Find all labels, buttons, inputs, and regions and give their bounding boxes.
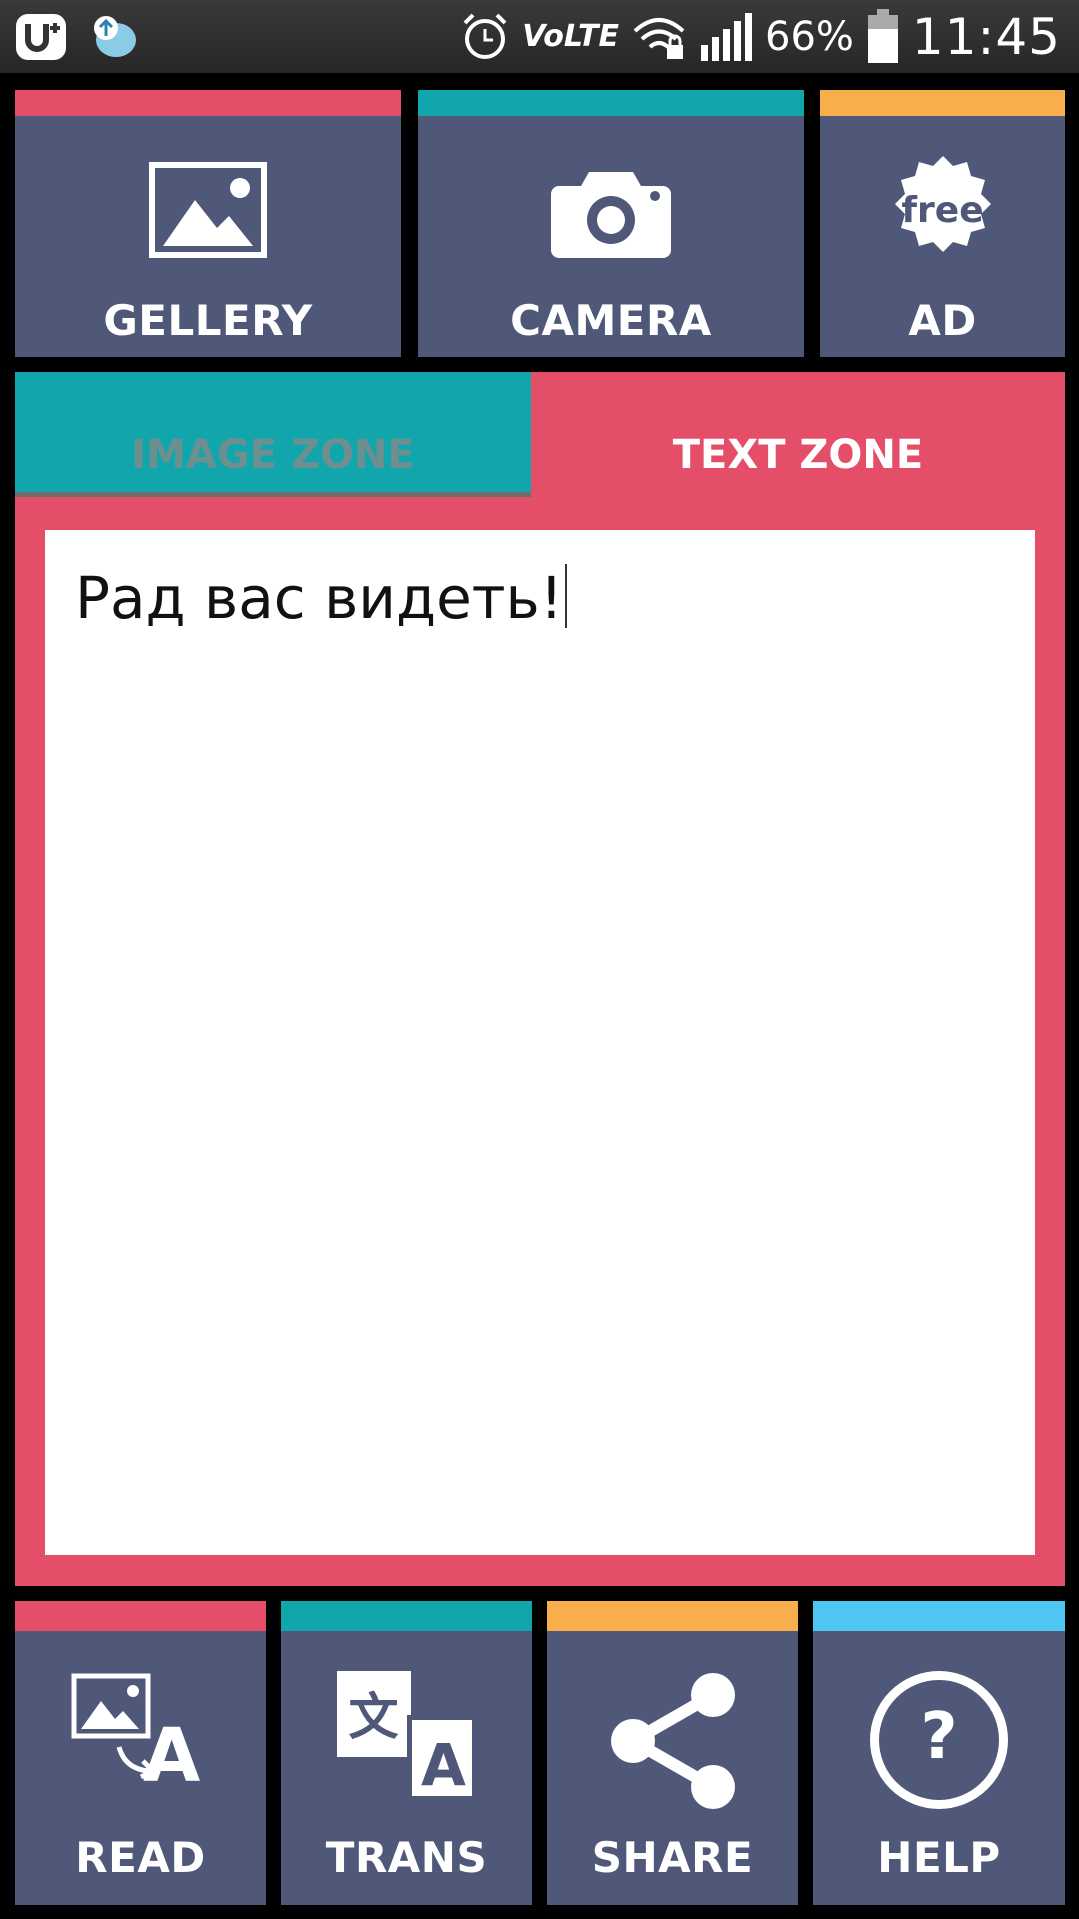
volte-icon: VoLTE [522, 19, 619, 54]
ad-button[interactable]: free AD [820, 90, 1065, 357]
translate-button[interactable]: 文 A TRANS [281, 1601, 532, 1905]
text-cursor [565, 564, 567, 628]
help-icon: ? [870, 1671, 1008, 1809]
help-icon-glyph: ? [920, 1700, 958, 1774]
accent-bar [15, 1601, 266, 1631]
signal-icon [701, 12, 752, 61]
gallery-button[interactable]: GELLERY [15, 90, 401, 357]
battery-percent: 66% [765, 13, 854, 60]
tab-image-zone-label: IMAGE ZONE [131, 432, 415, 478]
translate-target-letter: A [421, 1731, 466, 1799]
gallery-label: GELLERY [103, 296, 313, 345]
text-input-value: Рад вас видеть! [75, 564, 563, 632]
accent-bar [820, 90, 1065, 116]
share-button[interactable]: SHARE [547, 1601, 798, 1905]
read-label: READ [75, 1833, 206, 1882]
free-badge-icon: free [883, 152, 1003, 272]
tab-text-zone[interactable]: TEXT ZONE [531, 372, 1065, 497]
text-input-area[interactable]: Рад вас видеть! [45, 530, 1035, 1555]
read-button[interactable]: A READ [15, 1601, 266, 1905]
share-label: SHARE [591, 1833, 754, 1882]
accent-bar [547, 1601, 798, 1631]
camera-button[interactable]: CAMERA [418, 90, 804, 357]
translate-source-glyph: 文 [348, 1688, 399, 1746]
camera-icon [551, 172, 671, 258]
trans-label: TRANS [325, 1833, 488, 1882]
battery-icon [867, 8, 898, 63]
accent-bar [418, 90, 804, 116]
wifi-lock-icon [633, 17, 685, 59]
alarm-icon [463, 13, 507, 59]
accent-bar [281, 1601, 532, 1631]
ad-label: AD [908, 296, 977, 345]
camera-label: CAMERA [510, 296, 712, 345]
status-bar: VoLTE 66% 11:45 [0, 0, 1079, 73]
tab-text-zone-label: TEXT ZONE [672, 432, 924, 478]
text-zone-panel: IMAGE ZONE TEXT ZONE Рад вас видеть! [15, 372, 1065, 1586]
app-u-icon [16, 14, 66, 60]
upload-bubble-icon [94, 16, 136, 57]
clock: 11:45 [911, 7, 1061, 66]
help-button[interactable]: ? HELP [813, 1601, 1065, 1905]
help-label: HELP [877, 1833, 1001, 1882]
read-icon-letter: A [143, 1713, 201, 1799]
translate-icon: 文 A [336, 1671, 477, 1803]
accent-bar [15, 90, 401, 116]
tab-image-zone[interactable]: IMAGE ZONE [15, 372, 531, 497]
image-icon [149, 162, 267, 258]
accent-bar [813, 1601, 1065, 1631]
free-badge-text: free [901, 190, 984, 231]
share-icon [610, 1673, 735, 1809]
